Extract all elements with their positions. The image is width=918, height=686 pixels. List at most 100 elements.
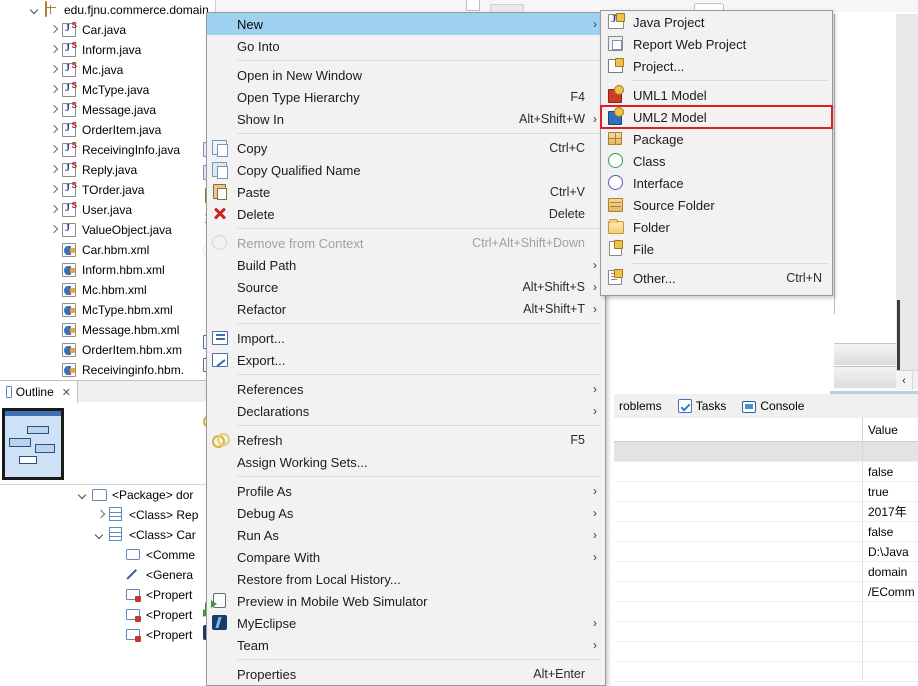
- tree-row[interactable]: Car.java: [0, 20, 215, 40]
- editor-tab-fragment-a[interactable]: [466, 0, 480, 11]
- submenu-item[interactable]: Folder: [601, 216, 832, 238]
- chevron-right-icon[interactable]: [48, 85, 59, 96]
- menu-item[interactable]: Assign Working Sets...: [207, 451, 605, 473]
- context-menu[interactable]: New › Go Into Open in New Window Open Type H…: [206, 12, 606, 686]
- menu-item[interactable]: Profile As ›: [207, 480, 605, 502]
- menu-item[interactable]: New ›: [207, 13, 605, 35]
- outline-row[interactable]: <Propert: [0, 625, 216, 645]
- outline-row[interactable]: <Propert: [0, 605, 216, 625]
- tree-row-root[interactable]: edu.fjnu.commerce.domain: [0, 0, 215, 20]
- chevron-right-icon[interactable]: [48, 205, 59, 216]
- menu-item[interactable]: Export...: [207, 349, 605, 371]
- menu-item[interactable]: Copy Ctrl+C: [207, 137, 605, 159]
- submenu-item[interactable]: Source Folder: [601, 194, 832, 216]
- menu-item[interactable]: Declarations ›: [207, 400, 605, 422]
- outline-row[interactable]: <Genera: [0, 565, 216, 585]
- menu-item[interactable]: MyEclipse ›: [207, 612, 605, 634]
- close-icon[interactable]: ✕: [62, 386, 71, 399]
- menu-item[interactable]: References ›: [207, 378, 605, 400]
- submenu-item[interactable]: UML1 Model: [601, 84, 832, 106]
- tree-row[interactable]: Message.hbm.xml: [0, 320, 215, 340]
- menu-item[interactable]: Preview in Mobile Web Simulator: [207, 590, 605, 612]
- outline-tree[interactable]: <Package> dor <Class> Rep <Class> Car <Comm…: [0, 484, 216, 686]
- tree-row[interactable]: ValueObject.java: [0, 220, 215, 240]
- tree-row[interactable]: Reply.java: [0, 160, 215, 180]
- tree-row[interactable]: Message.java: [0, 100, 215, 120]
- menu-item[interactable]: Refactor Alt+Shift+T ›: [207, 298, 605, 320]
- outline-row[interactable]: <Class> Car: [0, 525, 216, 545]
- properties-table[interactable]: Value false true 2017年 false D:\Java domain/E…: [614, 418, 918, 686]
- submenu-item[interactable]: Other... Ctrl+N: [601, 267, 832, 289]
- chevron-right-icon[interactable]: [48, 165, 59, 176]
- tab-tasks[interactable]: Tasks: [675, 397, 730, 415]
- tree-row[interactable]: Mc.java: [0, 60, 215, 80]
- menu-item[interactable]: Copy Qualified Name: [207, 159, 605, 181]
- table-row[interactable]: D:\Java: [614, 542, 918, 562]
- tree-row[interactable]: Inform.java: [0, 40, 215, 60]
- tree-row[interactable]: TOrder.java: [0, 180, 215, 200]
- chevron-right-icon[interactable]: [48, 125, 59, 136]
- menu-item[interactable]: Open in New Window: [207, 64, 605, 86]
- menu-item[interactable]: Show In Alt+Shift+W ›: [207, 108, 605, 130]
- tab-outline[interactable]: Outline ✕: [0, 381, 78, 403]
- submenu-item[interactable]: Project...: [601, 55, 832, 77]
- table-row[interactable]: false: [614, 462, 918, 482]
- submenu-item[interactable]: Report Web Project: [601, 33, 832, 55]
- tree-row[interactable]: OrderItem.hbm.xm: [0, 340, 215, 360]
- menu-item[interactable]: Open Type Hierarchy F4: [207, 86, 605, 108]
- menu-item[interactable]: Build Path ›: [207, 254, 605, 276]
- table-row[interactable]: [614, 602, 918, 622]
- submenu-item[interactable]: Interface: [601, 172, 832, 194]
- tree-row[interactable]: McType.java: [0, 80, 215, 100]
- submenu-item[interactable]: Class: [601, 150, 832, 172]
- chevron-right-icon[interactable]: [48, 65, 59, 76]
- tree-row[interactable]: User.java: [0, 200, 215, 220]
- submenu-item[interactable]: Java Project: [601, 11, 832, 33]
- submenu-item[interactable]: File: [601, 238, 832, 260]
- menu-item[interactable]: Properties Alt+Enter: [207, 663, 605, 685]
- tree-row[interactable]: Receivinginfo.hbm.: [0, 360, 215, 380]
- menu-item[interactable]: Delete Delete: [207, 203, 605, 225]
- menu-item[interactable]: Team ›: [207, 634, 605, 656]
- outline-thumbnail[interactable]: [2, 408, 64, 480]
- tree-row[interactable]: OrderItem.java: [0, 120, 215, 140]
- tree-row[interactable]: McType.hbm.xml: [0, 300, 215, 320]
- table-row[interactable]: true: [614, 482, 918, 502]
- chevron-down-icon[interactable]: [78, 490, 89, 501]
- menu-item[interactable]: Go Into: [207, 35, 605, 57]
- submenu-item[interactable]: UML2 Model: [600, 105, 833, 129]
- table-row[interactable]: [614, 642, 918, 662]
- table-row[interactable]: domain: [614, 562, 918, 582]
- outline-row[interactable]: <Class> Rep: [0, 505, 216, 525]
- chevron-right-icon[interactable]: [95, 510, 106, 521]
- menu-item[interactable]: Compare With ›: [207, 546, 605, 568]
- table-row[interactable]: /EComm: [614, 582, 918, 602]
- menu-item[interactable]: Source Alt+Shift+S ›: [207, 276, 605, 298]
- menu-item[interactable]: Remove from Context Ctrl+Alt+Shift+Down: [207, 232, 605, 254]
- chevron-down-icon[interactable]: [30, 5, 41, 16]
- menu-item[interactable]: Restore from Local History...: [207, 568, 605, 590]
- chevron-right-icon[interactable]: [48, 25, 59, 36]
- editor-horizontal-scrollbar[interactable]: ‹: [896, 370, 918, 390]
- menu-item[interactable]: Debug As ›: [207, 502, 605, 524]
- menu-item[interactable]: Paste Ctrl+V: [207, 181, 605, 203]
- chevron-right-icon[interactable]: [48, 105, 59, 116]
- chevron-right-icon[interactable]: [48, 45, 59, 56]
- new-submenu[interactable]: Java Project Report Web Project Project...…: [600, 10, 833, 296]
- chevron-right-icon[interactable]: [48, 185, 59, 196]
- tree-row[interactable]: Inform.hbm.xml: [0, 260, 215, 280]
- tree-row[interactable]: Mc.hbm.xml: [0, 280, 215, 300]
- tree-row[interactable]: ReceivingInfo.java: [0, 140, 215, 160]
- outline-row[interactable]: <Package> dor: [0, 485, 216, 505]
- submenu-item[interactable]: Package: [601, 128, 832, 150]
- menu-item[interactable]: Run As ›: [207, 524, 605, 546]
- chevron-right-icon[interactable]: [48, 225, 59, 236]
- tab-problems[interactable]: roblems: [616, 397, 665, 415]
- tab-console[interactable]: Console: [739, 397, 807, 415]
- scroll-left-arrow-icon[interactable]: ‹: [896, 371, 913, 390]
- table-row[interactable]: [614, 442, 918, 462]
- package-explorer-tree[interactable]: edu.fjnu.commerce.domain Car.java Inform.…: [0, 0, 216, 380]
- chevron-down-icon[interactable]: [95, 530, 106, 541]
- chevron-right-icon[interactable]: [48, 145, 59, 156]
- tree-row[interactable]: Car.hbm.xml: [0, 240, 215, 260]
